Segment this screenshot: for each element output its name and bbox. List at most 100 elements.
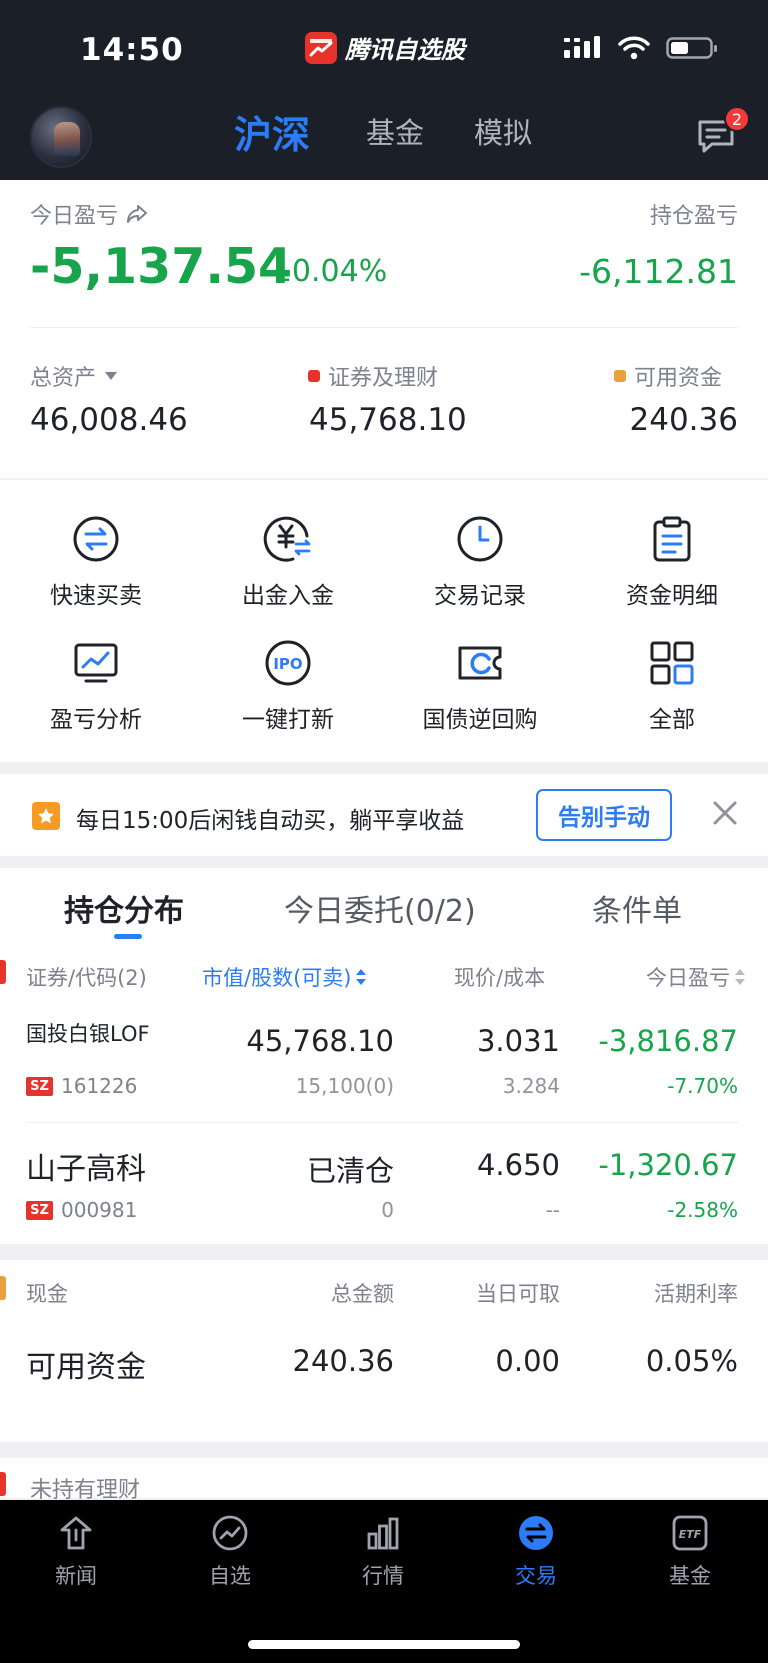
app-indicator: 腾讯自选股	[305, 30, 465, 65]
col-market-value-sort[interactable]: 市值/股数(可卖)	[202, 962, 367, 992]
promo-text: 每日15:00后闲钱自动买，躺平享收益	[76, 808, 465, 834]
security-code-wrap: SZ 000981	[26, 1198, 137, 1222]
tabbar-news[interactable]: 新闻	[26, 1514, 126, 1590]
col-withdrawable: 当日可取	[476, 1282, 560, 1306]
pnl-summary-card: 今日盈亏 持仓盈亏 -5,137.54 -10.04% -6,112.81 总资…	[0, 180, 768, 478]
watchlist-icon	[212, 1515, 248, 1551]
action-deposit-withdraw[interactable]: 出金入金	[208, 514, 368, 610]
cash-total: 240.36	[292, 1344, 394, 1378]
tabbar-fund[interactable]: ETF 基金	[640, 1514, 740, 1590]
market-icon	[367, 1517, 399, 1550]
share-icon[interactable]	[126, 204, 148, 224]
yuan-transfer-icon	[263, 516, 311, 562]
tabbar-label: 行情	[362, 1564, 404, 1588]
active-tab-indicator	[114, 934, 142, 939]
col-interest-rate: 活期利率	[654, 1282, 738, 1306]
tab-positions[interactable]: 持仓分布	[64, 886, 184, 930]
securities-label-wrap: 证券及理财	[308, 360, 438, 392]
today-pnl: -3,816.87	[598, 1024, 738, 1058]
security-code-wrap: SZ 161226	[26, 1074, 137, 1098]
tabbar-trade[interactable]: 交易	[486, 1514, 586, 1590]
action-label: 国债逆回购	[422, 707, 538, 733]
shares: 0	[381, 1198, 394, 1222]
grid-icon	[650, 641, 694, 685]
securities-legend-dot	[308, 370, 320, 382]
ipo-icon: IPO	[265, 640, 311, 686]
available-legend-dot	[614, 370, 626, 382]
divider	[30, 327, 738, 328]
promo-banner: 每日15:00后闲钱自动买，躺平享收益 告别手动	[0, 774, 768, 856]
action-label: 出金入金	[242, 583, 334, 609]
message-badge: 2	[724, 106, 750, 132]
tab-fund[interactable]: 基金	[366, 110, 424, 152]
action-pnl-analysis[interactable]: 盈亏分析	[16, 638, 176, 734]
tabbar-market[interactable]: 行情	[333, 1514, 433, 1590]
action-all[interactable]: 全部	[592, 638, 752, 734]
current-price: 3.031	[476, 1024, 560, 1058]
market-badge: SZ	[26, 1076, 53, 1096]
clock: 14:50	[80, 32, 184, 68]
today-pnl-value: -5,137.54	[30, 238, 293, 295]
tabbar-watchlist[interactable]: 自选	[180, 1514, 280, 1590]
col-today-pnl-sort[interactable]: 今日盈亏	[646, 962, 746, 992]
col-security: 证券/代码(2)	[26, 966, 147, 990]
col-cash-total: 总金额	[331, 1282, 394, 1306]
hold-pnl-value: -6,112.81	[579, 252, 738, 291]
home-indicator[interactable]	[248, 1640, 520, 1649]
cost-price: --	[545, 1198, 560, 1222]
app-logo-icon	[305, 31, 337, 64]
section-marker	[0, 1472, 6, 1496]
securities-label: 证券及理财	[328, 366, 439, 391]
action-label: 全部	[649, 707, 695, 733]
tabbar-label: 自选	[209, 1564, 251, 1588]
today-pnl: -1,320.67	[598, 1148, 738, 1182]
today-pnl-percent: -10.04%	[262, 254, 388, 289]
tab-hushen[interactable]: 沪深	[234, 104, 310, 159]
market-badge: SZ	[26, 1200, 53, 1220]
total-assets-label: 总资产	[30, 366, 97, 391]
caret-down-icon	[105, 372, 118, 380]
news-icon	[60, 1516, 92, 1550]
today-pnl-label-wrap[interactable]: 今日盈亏	[30, 198, 148, 230]
svg-text:ETF: ETF	[679, 1528, 702, 1541]
close-icon[interactable]	[710, 798, 740, 828]
current-price: 4.650	[476, 1148, 560, 1182]
tab-today-orders[interactable]: 今日委托(0/2)	[284, 886, 476, 930]
wifi-icon	[618, 36, 650, 60]
sort-icon	[356, 969, 367, 985]
clipboard-icon	[653, 516, 691, 562]
action-label: 资金明细	[626, 583, 718, 609]
tabbar-label: 基金	[669, 1564, 711, 1588]
tabbar-label: 交易	[515, 1564, 557, 1588]
action-reverse-repo[interactable]: 国债逆回购	[400, 638, 560, 734]
tab-conditional-orders[interactable]: 条件单	[592, 886, 682, 930]
cash-name: 可用资金	[26, 1350, 146, 1385]
col-today-pnl: 今日盈亏	[646, 966, 730, 990]
security-name: 山子高科	[26, 1152, 146, 1187]
col-market-value: 市值/股数(可卖)	[202, 966, 352, 990]
tab-simulation[interactable]: 模拟	[474, 110, 532, 152]
action-trade-records[interactable]: 交易记录	[400, 514, 560, 610]
holdings-section: 持仓分布 今日委托(0/2) 条件单 证券/代码(2) 市值/股数(可卖) 现价…	[0, 868, 768, 1244]
col-price-cost: 现价/成本	[454, 966, 546, 990]
cost-price: 3.284	[502, 1074, 560, 1098]
action-ipo-subscribe[interactable]: IPO 一键打新	[208, 638, 368, 734]
total-assets-label-wrap[interactable]: 总资产	[30, 360, 118, 392]
action-quick-trade[interactable]: 快速买卖	[16, 514, 176, 610]
quick-actions: 快速买卖 出金入金 交易记录 资金明细 盈亏分析 IPO 一键打新 国债逆回购 …	[0, 480, 768, 762]
today-pnl-percent: -2.58%	[667, 1198, 738, 1222]
hold-pnl-label: 持仓盈亏	[649, 204, 738, 229]
top-navigation: 沪深 基金 模拟 2	[0, 100, 768, 180]
avatar[interactable]	[30, 106, 92, 168]
security-name: 国投白银LOF	[26, 1022, 150, 1046]
shares: 15,100(0)	[295, 1074, 394, 1098]
tabbar-label: 新闻	[55, 1564, 97, 1588]
security-code: 161226	[61, 1074, 138, 1098]
chart-monitor-icon	[74, 643, 118, 683]
today-pnl-percent: -7.70%	[667, 1074, 738, 1098]
action-label: 快速买卖	[50, 583, 142, 609]
etf-icon: ETF	[672, 1515, 708, 1551]
promo-action-button[interactable]: 告别手动	[536, 789, 672, 841]
action-fund-details[interactable]: 资金明细	[592, 514, 752, 610]
section-marker	[0, 960, 6, 984]
